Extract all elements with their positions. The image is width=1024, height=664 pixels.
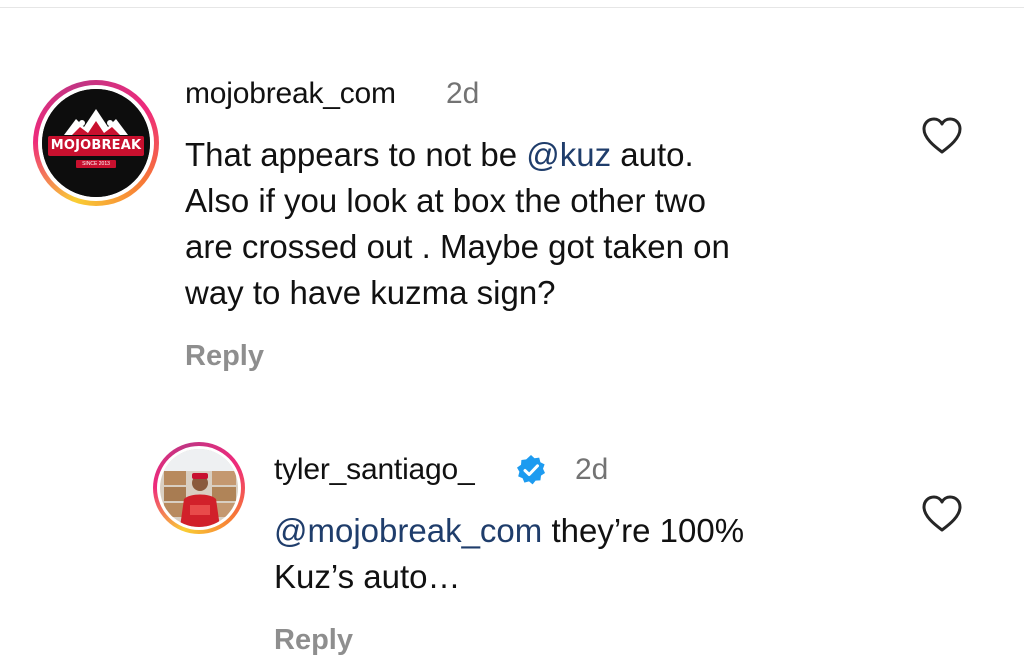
comment-username[interactable]: tyler_santiago_ (274, 452, 475, 488)
comment-body: @mojobreak_com they’re 100% Kuz’s auto… (274, 508, 744, 600)
comment-timestamp: 2d (575, 453, 609, 486)
comment-tyler: tyler_santiago_ 2d @mojobreak_com they’r… (0, 0, 1024, 664)
reply-button[interactable]: Reply (274, 622, 353, 658)
comment-line: Kuz’s auto… (274, 558, 461, 595)
comment-text: they’re 100% (542, 512, 745, 549)
verified-badge-icon (517, 455, 545, 485)
avatar[interactable] (160, 449, 238, 527)
comment-line: @mojobreak_com they’re 100% (274, 508, 744, 554)
heart-icon[interactable] (920, 494, 964, 534)
profile-photo-icon (160, 449, 238, 527)
mention-link[interactable]: @mojobreak_com (274, 512, 542, 549)
